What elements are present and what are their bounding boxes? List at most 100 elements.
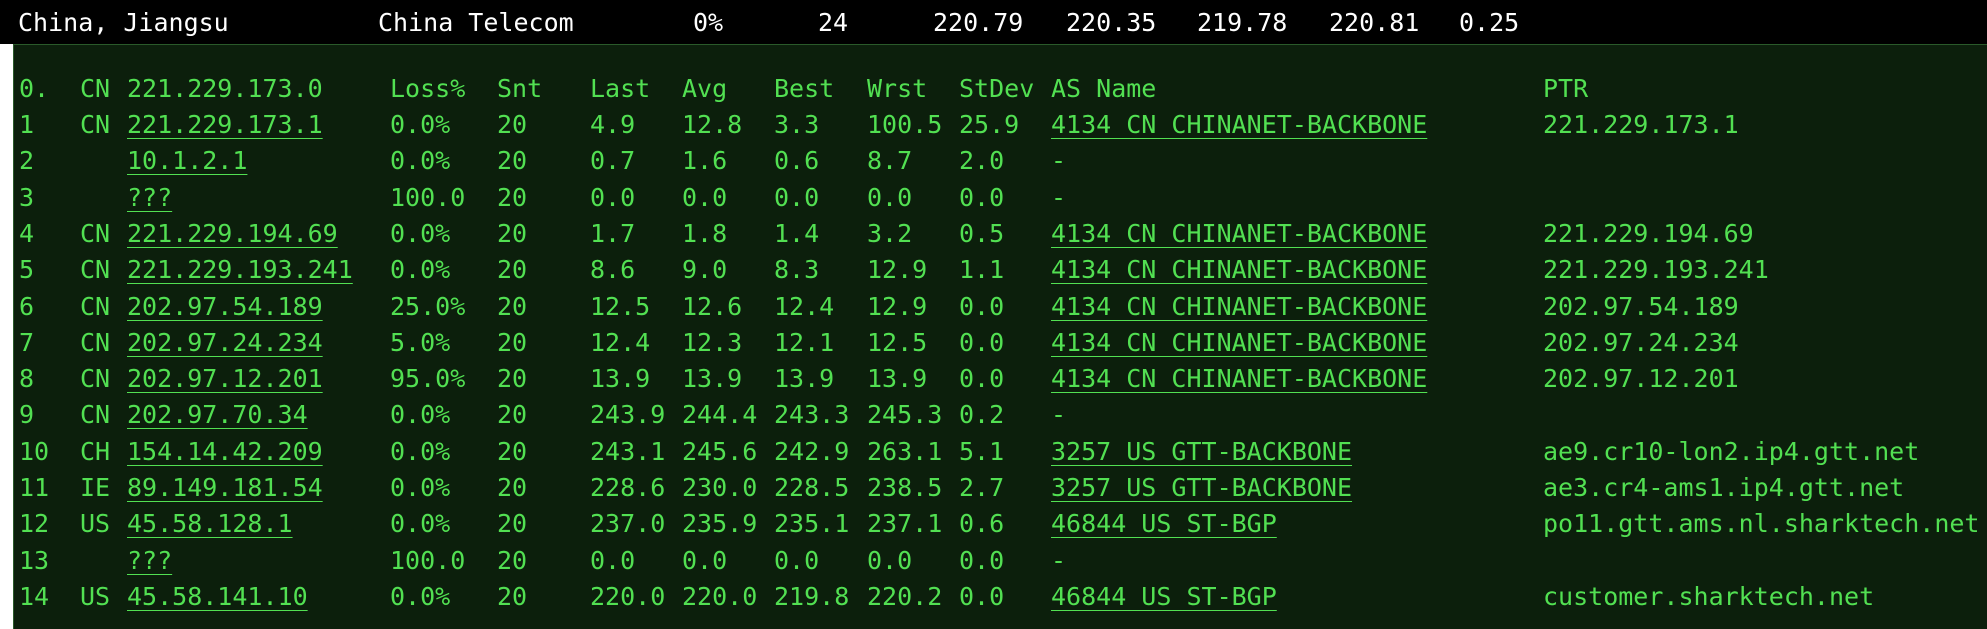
country-code: US <box>80 581 111 611</box>
hop-number: 4 <box>19 218 35 248</box>
sent-value: 20 <box>497 327 528 357</box>
host-link[interactable]: 154.14.42.209 <box>127 437 323 466</box>
host-link[interactable]: 202.97.70.34 <box>127 400 308 429</box>
summary-location: China, Jiangsu <box>18 8 229 37</box>
as-name[interactable]: 4134 CN CHINANET-BACKBONE <box>1051 110 1427 139</box>
table-row: 2 10.1.2.1 0.0% 20 0.7 1.6 0.6 8.7 2.0 - <box>14 146 1987 182</box>
worst-value: 0.0 <box>867 182 913 212</box>
as-name[interactable]: 4134 CN CHINANET-BACKBONE <box>1051 364 1427 393</box>
last-value: 4.9 <box>590 110 636 139</box>
as-name: - <box>1051 182 1067 212</box>
header-best: Best <box>774 74 835 103</box>
last-value: 0.0 <box>590 545 636 575</box>
avg-value: 220.0 <box>682 581 758 611</box>
host-link[interactable]: 89.149.181.54 <box>127 473 323 502</box>
host-link[interactable]: 45.58.128.1 <box>127 509 293 538</box>
as-name[interactable]: 4134 CN CHINANET-BACKBONE <box>1051 219 1427 248</box>
country-code: CN <box>80 327 111 357</box>
ptr-value: 202.97.54.189 <box>1543 291 1739 321</box>
table-row: 6 CN 202.97.54.189 25.0% 20 12.5 12.6 12.4 12.9 0… <box>14 292 1987 328</box>
host-link[interactable]: ??? <box>127 546 172 575</box>
host-link[interactable]: 202.97.12.201 <box>127 364 323 393</box>
header-avg: Avg <box>682 74 728 103</box>
country-code: CN <box>80 255 111 285</box>
table-row: 10 CH 154.14.42.209 0.0% 20 243.1 245.6 242.9 26… <box>14 437 1987 473</box>
ptr-value: 202.97.12.201 <box>1543 364 1739 394</box>
avg-value: 1.6 <box>682 146 728 176</box>
sent-value: 20 <box>497 436 528 466</box>
hop-number: 11 <box>19 473 50 502</box>
avg-value: 0.0 <box>682 545 728 575</box>
country-code: CN <box>80 291 111 321</box>
country-code: CN <box>80 110 111 139</box>
worst-value: 12.9 <box>867 291 928 321</box>
ptr-value: ae3.cr4-ams1.ip4.gtt.net <box>1543 473 1905 502</box>
as-name[interactable]: 3257 US GTT-BACKBONE <box>1051 437 1352 466</box>
best-value: 8.3 <box>774 255 820 285</box>
host-link[interactable]: 10.1.2.1 <box>127 146 247 175</box>
stdev-value: 0.0 <box>959 545 1005 575</box>
header-host: 221.229.173.0 <box>127 74 323 103</box>
best-value: 242.9 <box>774 436 850 466</box>
last-value: 237.0 <box>590 509 666 539</box>
ptr-value: 221.229.194.69 <box>1543 218 1754 248</box>
traceroute-panel: 0. CN 221.229.173.0 Loss% Snt Last Avg B… <box>13 44 1987 629</box>
loss-value: 0.0% <box>390 255 451 285</box>
loss-value: 0.0% <box>390 581 451 611</box>
host-link[interactable]: 221.229.173.1 <box>127 110 323 139</box>
host-link[interactable]: 202.97.24.234 <box>127 328 323 357</box>
hop-number: 9 <box>19 400 35 430</box>
stdev-value: 25.9 <box>959 110 1020 139</box>
best-value: 12.1 <box>774 327 835 357</box>
as-name: - <box>1051 400 1067 430</box>
as-name[interactable]: 4134 CN CHINANET-BACKBONE <box>1051 328 1427 357</box>
host-link[interactable]: ??? <box>127 183 172 212</box>
host-link[interactable]: 45.58.141.10 <box>127 582 308 611</box>
table-row: 7 CN 202.97.24.234 5.0% 20 12.4 12.3 12.1 12.5 0.… <box>14 328 1987 364</box>
summary-sent: 24 <box>818 8 849 37</box>
last-value: 0.7 <box>590 146 636 176</box>
avg-value: 245.6 <box>682 436 758 466</box>
avg-value: 9.0 <box>682 255 728 285</box>
sent-value: 20 <box>497 581 528 611</box>
last-value: 12.5 <box>590 291 651 321</box>
stdev-value: 0.0 <box>959 327 1005 357</box>
country-code: IE <box>80 473 111 502</box>
loss-value: 5.0% <box>390 327 451 357</box>
loss-value: 100.0 <box>390 545 466 575</box>
worst-value: 3.2 <box>867 218 913 248</box>
as-name[interactable]: 46844 US ST-BGP <box>1051 509 1277 538</box>
hop-number: 6 <box>19 291 35 321</box>
host-link[interactable]: 221.229.193.241 <box>127 255 353 284</box>
host-link[interactable]: 221.229.194.69 <box>127 219 338 248</box>
table-row: 9 CN 202.97.70.34 0.0% 20 243.9 244.4 243.3 245.… <box>14 400 1987 436</box>
hop-number: 10 <box>19 436 50 466</box>
header-ptr: PTR <box>1543 74 1589 103</box>
header-wrst: Wrst <box>867 74 928 103</box>
sent-value: 20 <box>497 473 528 502</box>
hop-number: 14 <box>19 581 50 611</box>
stdev-value: 1.1 <box>959 255 1005 285</box>
best-value: 243.3 <box>774 400 850 430</box>
as-name[interactable]: 4134 CN CHINANET-BACKBONE <box>1051 292 1427 321</box>
country-code: CN <box>80 364 111 394</box>
last-value: 228.6 <box>590 473 666 502</box>
avg-value: 235.9 <box>682 509 758 539</box>
country-code: CN <box>80 218 111 248</box>
stdev-value: 0.5 <box>959 218 1005 248</box>
worst-value: 12.9 <box>867 255 928 285</box>
host-link[interactable]: 202.97.54.189 <box>127 292 323 321</box>
as-name[interactable]: 46844 US ST-BGP <box>1051 582 1277 611</box>
as-name: - <box>1051 146 1067 176</box>
header-loss: Loss% <box>390 74 466 103</box>
avg-value: 244.4 <box>682 400 758 430</box>
as-name: - <box>1051 545 1067 575</box>
best-value: 13.9 <box>774 364 835 394</box>
best-value: 235.1 <box>774 509 850 539</box>
as-name[interactable]: 3257 US GTT-BACKBONE <box>1051 473 1352 502</box>
worst-value: 263.1 <box>867 436 943 466</box>
as-name[interactable]: 4134 CN CHINANET-BACKBONE <box>1051 255 1427 284</box>
avg-value: 12.3 <box>682 327 743 357</box>
stdev-value: 5.1 <box>959 436 1005 466</box>
best-value: 228.5 <box>774 473 850 502</box>
